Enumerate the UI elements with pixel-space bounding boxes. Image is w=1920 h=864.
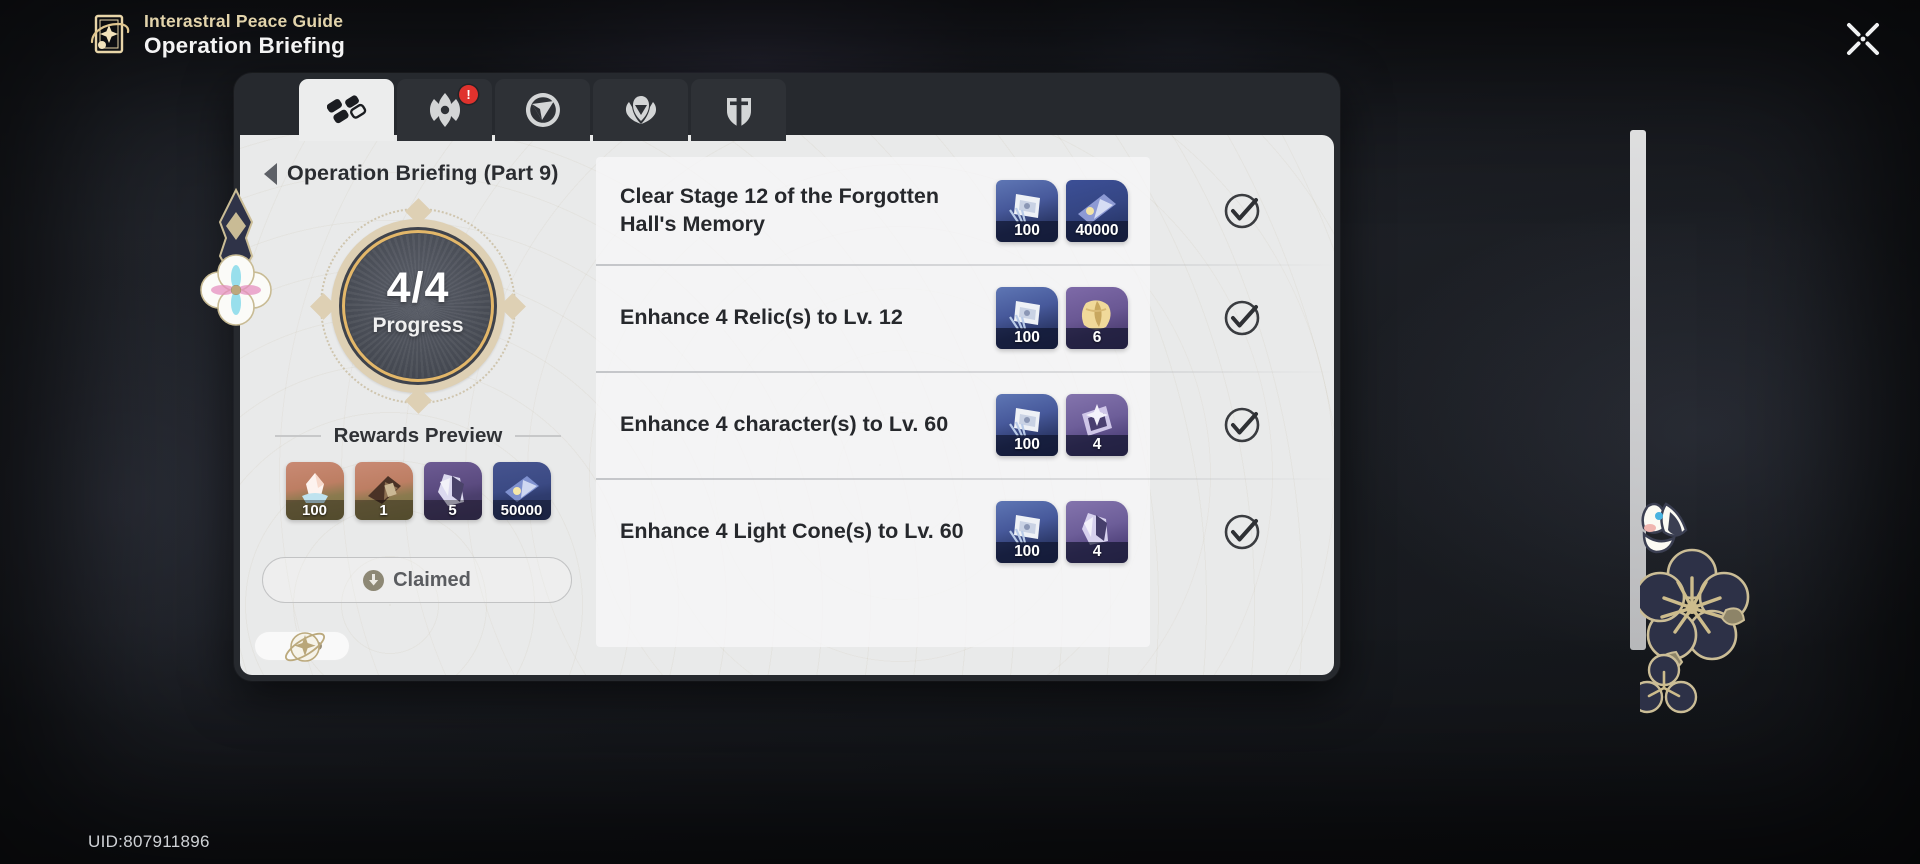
tab-calyx[interactable]: ! [397,79,492,141]
task-reward[interactable]: 40000 [1066,179,1128,242]
task-reward-qty: 100 [996,220,1058,242]
tab-echo-of-war[interactable] [593,79,688,141]
claim-button-label: Claimed [393,568,471,591]
task-status [1150,371,1334,478]
guide-book-emblem-icon [88,12,130,58]
task-row[interactable]: Clear Stage 12 of the Forgotten Hall's M… [596,157,1260,264]
task-reward-qty: 6 [1066,327,1128,349]
task-row[interactable]: Enhance 4 character(s) to Lv. 60 100 4 [596,371,1334,478]
task-list: Clear Stage 12 of the Forgotten Hall's M… [596,157,1334,647]
task-reward-list: 100 4 [996,500,1128,563]
task-row[interactable]: Enhance 4 Light Cone(s) to Lv. 60 100 4 [596,478,1334,585]
task-status [1150,264,1334,371]
reward-item[interactable]: 1 [354,462,413,520]
task-status [1150,157,1334,264]
task-reward[interactable]: 100 [996,500,1058,563]
tab-badge-calyx: ! [459,85,478,104]
claim-button[interactable]: Claimed [262,557,572,603]
task-reward[interactable]: 6 [1066,286,1128,349]
task-reward-qty: 100 [996,434,1058,456]
cavern-arrow-icon [525,93,560,127]
task-name: Enhance 4 Relic(s) to Lv. 12 [620,304,903,329]
check-circle-icon [1224,514,1260,549]
reward-item[interactable]: 100 [285,462,344,520]
task-reward[interactable]: 100 [996,393,1058,456]
task-reward[interactable]: 100 [996,179,1058,242]
task-row[interactable]: Enhance 4 Relic(s) to Lv. 12 100 6 [596,264,1334,371]
task-name: Clear Stage 12 of the Forgotten Hall's M… [620,184,939,236]
content-panel: Operation Briefing (Part 9) 4/4 Progress [240,135,1334,675]
progress-dial: 4/4 Progress [310,198,526,414]
reward-item[interactable]: 5 [423,462,482,520]
breadcrumb[interactable]: Operation Briefing (Part 9) [264,161,596,186]
reward-qty: 5 [423,500,482,520]
breadcrumb-label: Operation Briefing (Part 9) [287,161,559,185]
operation-briefing-window: ! Operation Briefing (Part 9) 4/4 Progre… [234,73,1340,681]
tab-simulated-universe[interactable] [691,79,786,141]
tab-operation-briefing[interactable] [299,79,394,141]
check-circle-icon [1224,407,1260,442]
progress-label: Progress [372,314,464,337]
reward-qty: 1 [354,500,413,520]
page-title: Operation Briefing [144,32,346,58]
task-name: Enhance 4 Light Cone(s) to Lv. 60 [620,518,964,543]
reward-item[interactable]: 50000 [492,462,551,520]
task-name: Enhance 4 character(s) to Lv. 60 [620,411,949,436]
shell-fan-icon [625,96,656,124]
task-reward[interactable]: 4 [1066,393,1128,456]
progress-value: 4/4 [386,264,450,312]
tab-spacer [240,79,296,141]
panel-edge-highlight [1630,130,1646,650]
tab-cavern-of-corrosion[interactable] [495,79,590,141]
shield-sword-icon [726,94,751,127]
check-circle-icon [1224,300,1260,335]
task-status [1150,478,1334,585]
task-reward-qty: 100 [996,327,1058,349]
task-reward-qty: 4 [1066,541,1128,563]
planet-orbit-icon[interactable] [280,622,330,672]
page-header: Interastral Peace Guide Operation Briefi… [88,12,345,58]
task-reward-qty: 40000 [1066,220,1128,242]
domino-blocks-icon [326,95,366,124]
task-reward-list: 100 4 [996,393,1128,456]
task-reward[interactable]: 4 [1066,500,1128,563]
uid-label: UID:807911896 [88,832,210,851]
divider-left [274,435,321,437]
divider-right [515,435,562,437]
reward-qty: 50000 [492,500,551,520]
task-reward-list: 100 40000 [996,179,1128,242]
reward-qty: 100 [285,500,344,520]
back-caret-icon[interactable] [264,162,277,185]
header-subtitle: Interastral Peace Guide [144,11,344,32]
task-reward-qty: 4 [1066,434,1128,456]
check-circle-icon [1224,193,1260,228]
close-icon[interactable] [1830,8,1896,70]
summary-column: Operation Briefing (Part 9) 4/4 Progress [240,135,596,675]
rewards-preview-list: 100 1 5 50000 [240,462,596,520]
rewards-preview-title: Rewards Preview [333,424,503,447]
tab-bar: ! [240,79,786,141]
task-reward-list: 100 6 [996,286,1128,349]
claimed-clock-icon [363,569,385,591]
rewards-preview-header: Rewards Preview [240,424,596,448]
progress-section: 4/4 Progress [240,198,596,414]
task-reward[interactable]: 100 [996,286,1058,349]
task-reward-qty: 100 [996,541,1058,563]
